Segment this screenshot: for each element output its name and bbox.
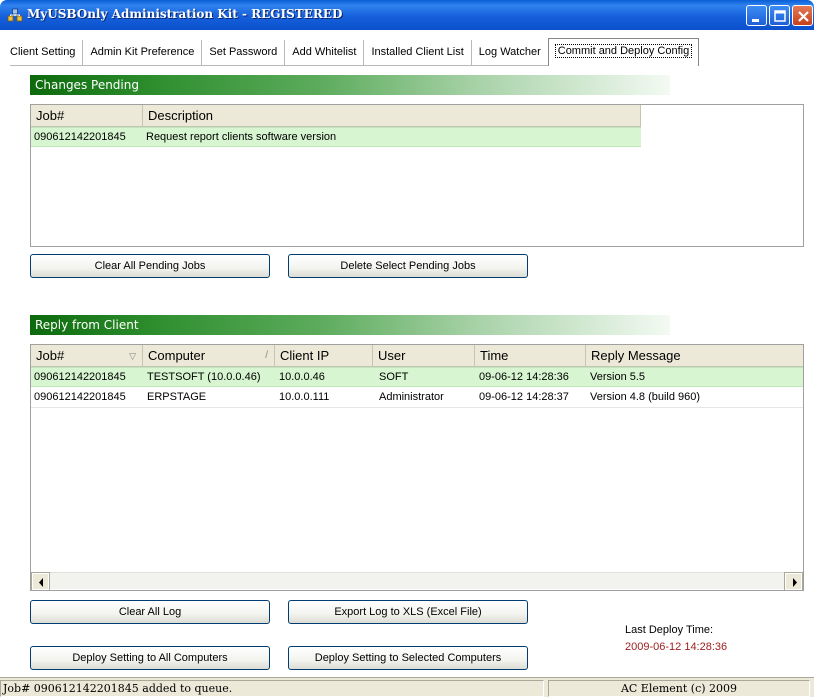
last-deploy-time-label: Last Deploy Time: bbox=[625, 624, 714, 636]
job-id-cell: 090612142201845 bbox=[34, 391, 126, 403]
computer-cell: TESTSOFT (10.0.0.46) bbox=[147, 371, 261, 383]
copyright-text: AC Element (c) 2009 bbox=[548, 680, 810, 697]
column-header-job[interactable]: Job# bbox=[31, 105, 143, 127]
tab-commit-and-deploy-config[interactable]: Commit and Deploy Config bbox=[547, 38, 700, 66]
reply-message-cell: Version 5.5 bbox=[590, 371, 646, 383]
tab-label: Set Password bbox=[209, 46, 278, 58]
tab-client-setting[interactable]: Client Setting bbox=[10, 40, 82, 66]
tab-installed-client-list[interactable]: Installed Client List bbox=[363, 40, 470, 66]
title-bar: MyUSBOnly Administration Kit - REGISTERE… bbox=[0, 0, 814, 30]
status-bar: Job# 090612142201845 added to queue. AC … bbox=[0, 677, 814, 697]
close-button[interactable] bbox=[792, 5, 813, 26]
horizontal-scrollbar[interactable] bbox=[31, 572, 803, 590]
job-id-cell: 090612142201845 bbox=[34, 131, 126, 143]
scroll-right-button[interactable] bbox=[784, 572, 803, 590]
tab-log-watcher[interactable]: Log Watcher bbox=[470, 40, 548, 66]
time-cell: 09-06-12 14:28:37 bbox=[479, 391, 569, 403]
column-header-time[interactable]: Time bbox=[475, 345, 586, 367]
tab-label: Client Setting bbox=[10, 46, 76, 58]
close-icon bbox=[798, 11, 809, 22]
tab-label: Log Watcher bbox=[478, 46, 541, 58]
tab-admin-kit-preference[interactable]: Admin Kit Preference bbox=[82, 40, 201, 66]
delete-select-pending-jobs-button[interactable]: Delete Select Pending Jobs bbox=[288, 254, 528, 278]
tab-label: Commit and Deploy Config bbox=[554, 44, 693, 58]
column-header-client-ip[interactable]: Client IP bbox=[275, 345, 373, 367]
tab-bar: Client Setting Admin Kit Preference Set … bbox=[10, 38, 700, 66]
triangle-right-icon bbox=[793, 578, 797, 587]
user-cell: Administrator bbox=[379, 391, 444, 403]
reply-from-client-header: Reply from Client bbox=[30, 315, 670, 335]
changes-pending-header: Changes Pending bbox=[30, 75, 670, 95]
tab-label: Add Whitelist bbox=[292, 46, 357, 58]
tab-strip: Client Setting Admin Kit Preference Set … bbox=[0, 30, 814, 66]
column-header-label: Job# bbox=[36, 348, 65, 363]
column-header-reply-message[interactable]: Reply Message bbox=[586, 345, 803, 367]
column-header-label: Computer bbox=[148, 348, 206, 363]
time-cell: 09-06-12 14:28:36 bbox=[479, 371, 569, 383]
reply-list-header: Job# ▽ Computer / Client IP User Time Re… bbox=[31, 345, 803, 367]
user-cell: SOFT bbox=[379, 371, 409, 383]
clear-all-log-button[interactable]: Clear All Log bbox=[30, 600, 270, 624]
triangle-left-icon bbox=[39, 578, 43, 587]
tab-label: Admin Kit Preference bbox=[90, 46, 195, 58]
computer-cell: ERPSTAGE bbox=[147, 391, 207, 403]
pending-jobs-list[interactable]: Job# Description 090612142201845 Request… bbox=[30, 104, 804, 247]
status-message: Job# 090612142201845 added to queue. bbox=[0, 680, 544, 697]
column-header-job[interactable]: Job# ▽ bbox=[31, 345, 143, 367]
app-icon bbox=[7, 8, 23, 22]
export-log-to-xls-button[interactable]: Export Log to XLS (Excel File) bbox=[288, 600, 528, 624]
maximize-button[interactable] bbox=[769, 5, 790, 26]
client-ip-cell: 10.0.0.111 bbox=[279, 391, 330, 403]
maximize-icon bbox=[774, 10, 786, 22]
table-row[interactable]: 090612142201845 TESTSOFT (10.0.0.46) 10.… bbox=[31, 367, 803, 387]
pending-list-header: Job# Description bbox=[31, 105, 641, 127]
table-row[interactable]: 090612142201845 Request report clients s… bbox=[31, 127, 641, 147]
tab-label: Installed Client List bbox=[371, 46, 464, 58]
minimize-icon bbox=[752, 19, 759, 22]
deploy-setting-to-selected-computers-button[interactable]: Deploy Setting to Selected Computers bbox=[288, 646, 528, 670]
minimize-button[interactable] bbox=[746, 5, 767, 26]
column-header-user[interactable]: User bbox=[373, 345, 475, 367]
clear-all-pending-jobs-button[interactable]: Clear All Pending Jobs bbox=[30, 254, 270, 278]
scroll-left-button[interactable] bbox=[31, 572, 50, 590]
client-ip-cell: 10.0.0.46 bbox=[279, 371, 325, 383]
reply-message-cell: Version 4.8 (build 960) bbox=[590, 391, 701, 403]
column-header-computer[interactable]: Computer / bbox=[143, 345, 275, 367]
tab-set-password[interactable]: Set Password bbox=[201, 40, 284, 66]
window-title: MyUSBOnly Administration Kit - REGISTERE… bbox=[27, 7, 343, 21]
reply-list[interactable]: Job# ▽ Computer / Client IP User Time Re… bbox=[30, 344, 804, 591]
last-deploy-time-value: 2009-06-12 14:28:36 bbox=[625, 641, 728, 653]
deploy-setting-to-all-computers-button[interactable]: Deploy Setting to All Computers bbox=[30, 646, 270, 670]
sort-ascending-icon: / bbox=[265, 350, 268, 361]
tab-add-whitelist[interactable]: Add Whitelist bbox=[284, 40, 363, 66]
table-row[interactable]: 090612142201845 ERPSTAGE 10.0.0.111 Admi… bbox=[31, 388, 803, 408]
description-cell: Request report clients software version bbox=[146, 131, 337, 143]
sort-descending-icon: ▽ bbox=[129, 351, 136, 361]
column-header-description[interactable]: Description bbox=[143, 105, 641, 127]
job-id-cell: 090612142201845 bbox=[34, 371, 126, 383]
